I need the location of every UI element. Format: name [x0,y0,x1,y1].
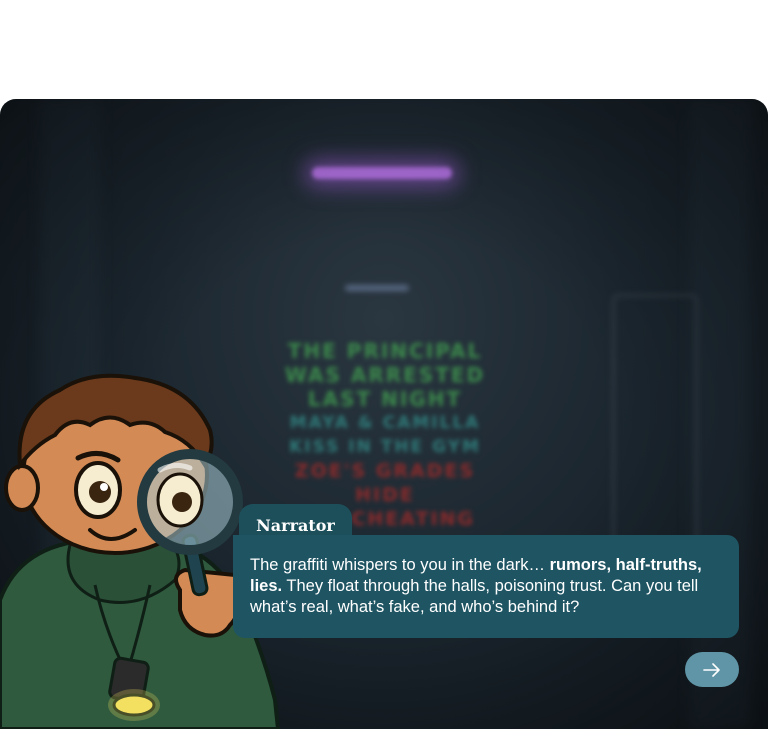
graffiti-line: MAYA & CAMILLA [289,413,481,433]
dialogue-text: The graffiti whispers to you in the dark… [250,556,550,574]
graffiti-line: WAS ARRESTED [284,363,486,387]
graffiti-line: KISS IN THE GYM [289,437,481,457]
graffiti-line: THE PRINCIPAL [287,339,483,363]
next-button[interactable] [685,652,739,687]
neon-light [312,167,452,179]
ceiling-lamp [345,285,409,291]
dialogue-text: They float through the halls, poisoning … [250,577,699,616]
dialogue-box: The graffiti whispers to you in the dark… [233,535,739,638]
arrow-right-icon [703,662,720,677]
graffiti-wall: THE PRINCIPAL WAS ARRESTED LAST NIGHT MA… [270,339,500,531]
graffiti-line: LAST NIGHT [307,387,463,411]
graffiti-line: ZOE'S GRADES HIDE [294,460,476,506]
